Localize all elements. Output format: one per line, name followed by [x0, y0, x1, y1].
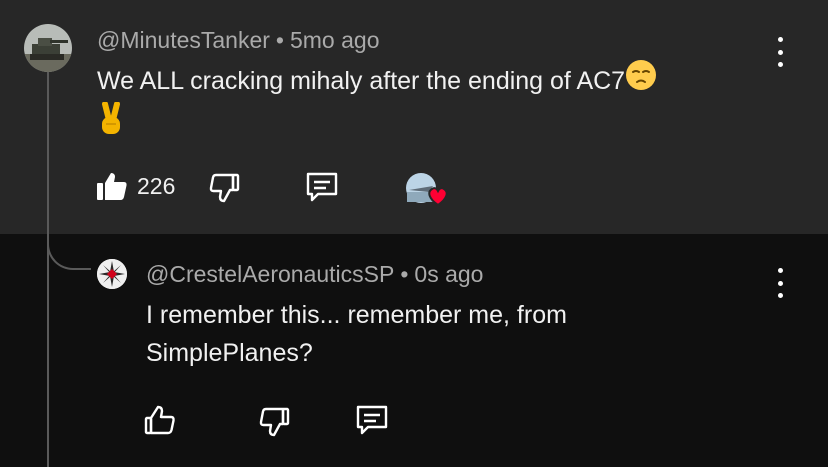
- reply-like-icon[interactable]: [144, 404, 176, 436]
- comment-time: 5mo ago: [289, 27, 380, 53]
- reply-time: 0s ago: [414, 261, 484, 287]
- reply-text: I remember this... remember me, from Sim…: [146, 296, 567, 372]
- comment-more-icon[interactable]: [768, 37, 792, 67]
- comment-handle[interactable]: @MinutesTanker: [97, 27, 270, 53]
- comment-body: We ALL cracking mihaly after the ending …: [97, 67, 626, 95]
- reply-more-icon[interactable]: [768, 268, 792, 298]
- victory-hand-emoji: [97, 100, 125, 147]
- reply-comment-icon[interactable]: [305, 170, 339, 204]
- comment-meta: @MinutesTanker • 5mo ago: [97, 27, 380, 54]
- reply-text-line2: SimplePlanes?: [146, 339, 313, 367]
- meta-separator: •: [275, 27, 284, 53]
- reply-dislike-icon[interactable]: [258, 406, 290, 438]
- reply-meta-separator: •: [400, 261, 409, 287]
- thread-line: [47, 72, 49, 467]
- like-filled-icon[interactable]: [96, 170, 128, 202]
- commenter-avatar[interactable]: [24, 24, 72, 72]
- reply-reply-icon[interactable]: [355, 403, 389, 437]
- comment-text: We ALL cracking mihaly after the ending …: [97, 59, 757, 147]
- dislike-icon[interactable]: [208, 172, 240, 204]
- replier-avatar[interactable]: [97, 259, 127, 289]
- reply-handle[interactable]: @CrestelAeronauticsSP: [146, 261, 394, 287]
- like-count: 226: [137, 173, 176, 199]
- reply-text-line1: I remember this... remember me, from: [146, 301, 567, 329]
- pensive-face-emoji: [625, 59, 657, 102]
- creator-heart-badge: [405, 172, 449, 208]
- reply-meta: @CrestelAeronauticsSP • 0s ago: [146, 261, 483, 288]
